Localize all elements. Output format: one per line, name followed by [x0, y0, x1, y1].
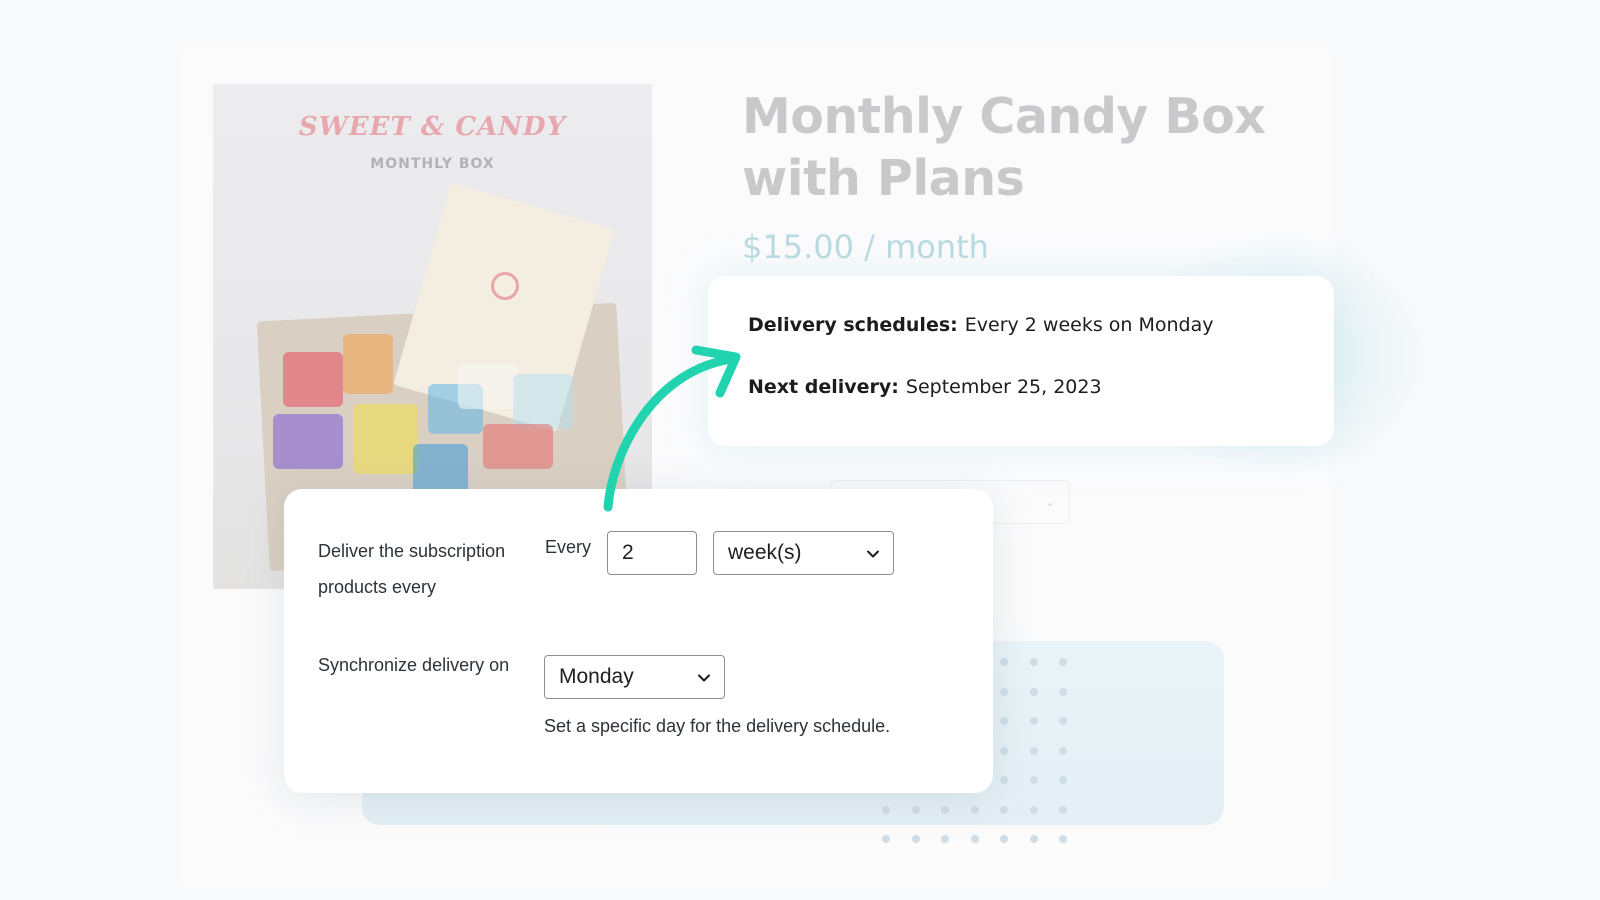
decorative-dot: [1059, 687, 1067, 696]
period-select[interactable]: week(s): [713, 531, 894, 575]
period-select-value: week(s): [728, 541, 802, 564]
candy-item: [353, 404, 418, 474]
decorative-dot: [1029, 687, 1038, 696]
chevron-down-icon: [867, 550, 879, 558]
every-label: Every: [545, 537, 592, 557]
interval-input[interactable]: [607, 531, 697, 575]
product-price: $15.00 / month: [742, 228, 989, 266]
decorative-dot: [1059, 717, 1067, 725]
sync-delivery-label: Synchronize delivery on: [318, 655, 510, 675]
decorative-dot: [1029, 835, 1038, 843]
decorative-dot: [882, 805, 890, 814]
deliver-every-label-line-2: products every: [318, 577, 437, 597]
decorative-dot: [1000, 717, 1008, 725]
deliver-every-label-line-1: Deliver the subscription: [318, 541, 506, 561]
candy-item: [513, 374, 573, 429]
brand-logo: SWEET & CANDY: [298, 112, 567, 142]
candy-item: [458, 364, 518, 409]
decorative-dot: [970, 835, 979, 843]
sync-day-select-value: Monday: [559, 665, 634, 688]
next-delivery-row: Next delivery: September 25, 2023: [748, 376, 1294, 400]
candy-item: [343, 334, 393, 394]
brand-subtitle: MONTHLY BOX: [370, 156, 495, 172]
delivery-settings-card: Deliver the subscription products every …: [284, 489, 993, 793]
candy-item: [413, 444, 468, 494]
decorative-dot: [882, 835, 890, 843]
next-delivery-value: September 25, 2023: [905, 376, 1102, 398]
decorative-dot: [911, 805, 920, 814]
decorative-dot: [1029, 746, 1038, 755]
decorative-dot: [1000, 776, 1008, 784]
decorative-dot: [941, 835, 949, 843]
decorative-dot: [911, 835, 920, 843]
decorative-dot: [1000, 805, 1008, 814]
product-title-line-1: Monthly Candy Box: [742, 88, 1266, 145]
decorative-dot: [1000, 658, 1008, 666]
decorative-dot: [1059, 746, 1067, 755]
decorative-dot: [1029, 776, 1038, 784]
decorative-dot: [1000, 746, 1008, 755]
decorative-dot: [1029, 717, 1038, 725]
decorative-dot: [1000, 835, 1008, 843]
curved-arrow-icon: [603, 345, 741, 512]
candy-item: [273, 414, 343, 469]
decorative-dot: [1000, 687, 1008, 696]
decorative-dot: [1059, 776, 1067, 784]
candy-item: [283, 352, 343, 407]
decorative-dot: [1059, 835, 1067, 843]
sync-help-text: Set a specific day for the delivery sche…: [544, 716, 891, 736]
decorative-dot: [1059, 805, 1067, 814]
product-title-line-2: with Plans: [742, 150, 1025, 207]
chevron-down-icon: [698, 674, 710, 682]
decorative-dot: [1059, 658, 1067, 666]
product-title: Monthly Candy Box with Plans: [742, 86, 1302, 210]
decorative-dot: [1029, 658, 1038, 666]
decorative-dot: [1029, 805, 1038, 814]
chevron-down-icon: ⌄: [1044, 495, 1055, 509]
next-delivery-label: Next delivery:: [748, 376, 899, 398]
candy-item: [483, 424, 553, 469]
sync-day-select[interactable]: Monday: [544, 655, 725, 699]
rose-icon: [491, 272, 519, 300]
decorative-dot: [970, 805, 979, 814]
delivery-schedule-value: Every 2 weeks on Monday: [964, 314, 1214, 336]
delivery-schedule-row: Delivery schedules: Every 2 weeks on Mon…: [748, 314, 1294, 338]
decorative-dot: [941, 805, 949, 814]
delivery-info-card: Delivery schedules: Every 2 weeks on Mon…: [708, 276, 1334, 446]
delivery-schedule-label: Delivery schedules:: [748, 314, 958, 336]
deliver-every-label: Deliver the subscription products every: [318, 533, 538, 605]
